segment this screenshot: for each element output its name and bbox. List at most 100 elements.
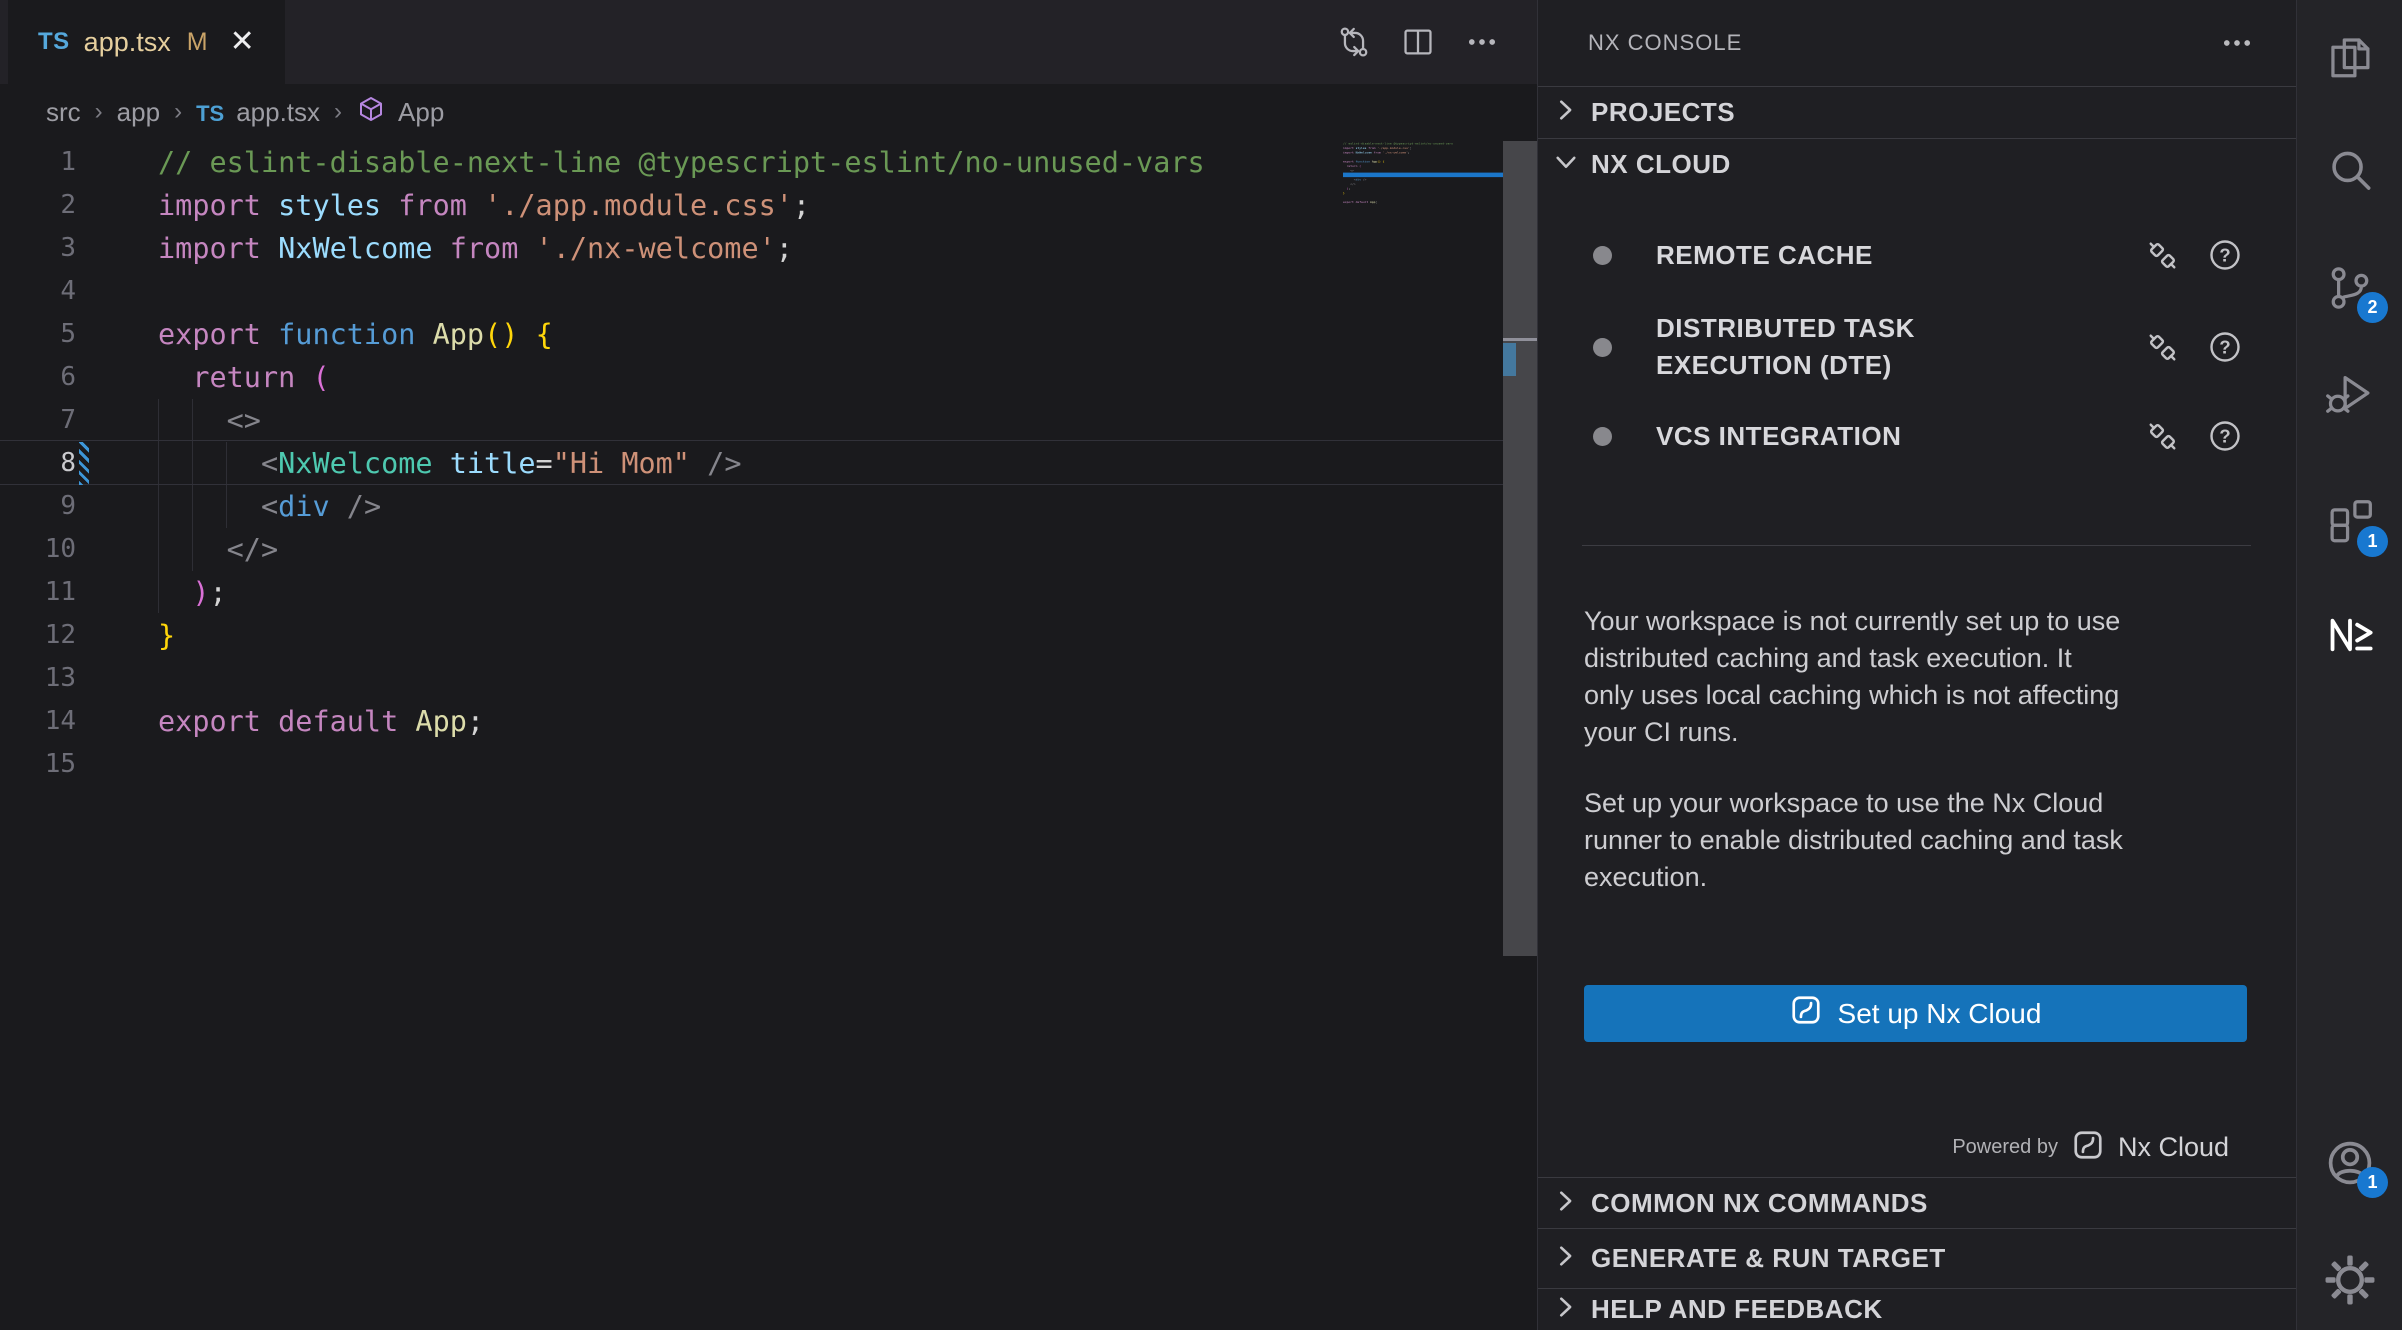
line-number: 4 bbox=[0, 270, 76, 313]
settings-gear-icon bbox=[2323, 1253, 2377, 1312]
run-debug-activity-item[interactable] bbox=[2297, 367, 2402, 423]
code-text[interactable]: ); bbox=[158, 571, 227, 614]
setup-nx-cloud-button[interactable]: Set up Nx Cloud bbox=[1584, 985, 2247, 1042]
line-number: 8 bbox=[0, 442, 76, 485]
activity-bar: 2 1 1 bbox=[2296, 0, 2402, 1330]
code-text[interactable]: return ( bbox=[158, 356, 330, 399]
gutter-modified-marker bbox=[79, 442, 89, 485]
line-number: 12 bbox=[0, 614, 76, 657]
minimap[interactable]: // eslint-disable-next-line @typescript-… bbox=[1343, 141, 1503, 286]
connect-icon[interactable] bbox=[2144, 237, 2181, 274]
svg-text:?: ? bbox=[2219, 426, 2230, 447]
code-line[interactable]: 15 bbox=[0, 743, 1503, 786]
source-control-activity-item[interactable]: 2 bbox=[2297, 262, 2402, 318]
code-line[interactable]: 2import styles from './app.module.css'; bbox=[0, 184, 1503, 227]
section-projects[interactable]: PROJECTS bbox=[1538, 86, 2296, 138]
code-line[interactable]: 13 bbox=[0, 657, 1503, 700]
code-text[interactable]: // eslint-disable-next-line @typescript-… bbox=[158, 141, 1205, 184]
section-label: COMMON NX COMMANDS bbox=[1591, 1188, 1928, 1219]
line-number: 15 bbox=[0, 743, 76, 786]
code-line[interactable]: 12} bbox=[0, 614, 1503, 657]
scrollbar-divider bbox=[1503, 338, 1537, 341]
code-text[interactable]: <> bbox=[158, 399, 261, 442]
minimap-line bbox=[1343, 204, 1503, 209]
divider bbox=[1582, 545, 2251, 546]
code-text[interactable]: import styles from './app.module.css'; bbox=[158, 184, 810, 227]
section-nx-cloud[interactable]: NX CLOUD bbox=[1538, 138, 2296, 190]
brand-name: Nx Cloud bbox=[2118, 1132, 2229, 1163]
chevron-right-icon bbox=[1553, 1243, 1579, 1274]
notification-badge: 2 bbox=[2357, 292, 2388, 323]
editor-group: TS app.tsx M ✕ src›app›TSapp.tsx› App 1/… bbox=[0, 0, 1537, 1330]
code-line[interactable]: 10 </> bbox=[0, 528, 1503, 571]
search-activity-item[interactable] bbox=[2297, 145, 2402, 201]
section-generate-run-target[interactable]: GENERATE & RUN TARGET bbox=[1538, 1228, 2296, 1288]
code-text[interactable]: <div /> bbox=[158, 485, 381, 528]
line-number: 6 bbox=[0, 356, 76, 399]
section-common-nx-commands[interactable]: COMMON NX COMMANDS bbox=[1538, 1177, 2296, 1228]
status-dot-icon bbox=[1593, 427, 1612, 446]
feature-row-vcs: VCS INTEGRATION ? bbox=[1538, 409, 2296, 463]
line-number: 1 bbox=[0, 141, 76, 184]
connect-icon[interactable] bbox=[2144, 329, 2181, 366]
powered-by: Powered by Nx Cloud bbox=[1952, 1128, 2229, 1166]
workspace-status-text: Your workspace is not currently set up t… bbox=[1584, 603, 2254, 751]
code-editor: 1 // eslint-disable-next-line @typescript… bbox=[0, 0, 1537, 1330]
vscode-window: TS app.tsx M ✕ src›app›TSapp.tsx› App 1/… bbox=[0, 0, 2402, 1330]
code-line[interactable]: 5 export function App() { bbox=[0, 313, 1503, 356]
nx-console-icon bbox=[2323, 608, 2377, 667]
code-text[interactable]: export function App() { bbox=[158, 313, 553, 356]
section-label: HELP AND FEEDBACK bbox=[1591, 1294, 1883, 1325]
section-help-and-feedback[interactable]: HELP AND FEEDBACK bbox=[1538, 1288, 2296, 1330]
setup-instruction-text: Set up your workspace to use the Nx Clou… bbox=[1584, 785, 2254, 896]
code-text[interactable]: <NxWelcome title="Hi Mom" /> bbox=[158, 442, 741, 485]
overview-ruler-modified-marker bbox=[1503, 343, 1516, 376]
panel-title: NX CONSOLE bbox=[1588, 0, 1742, 86]
files-icon bbox=[2324, 31, 2376, 88]
code-line[interactable]: 14 export default App; bbox=[0, 700, 1503, 743]
nx-cloud-logo-icon bbox=[2072, 1129, 2104, 1166]
code-text[interactable]: } bbox=[158, 614, 175, 657]
code-line[interactable]: 6 return ( bbox=[0, 356, 1503, 399]
more-actions-icon[interactable] bbox=[2220, 26, 2254, 65]
code-line[interactable]: 7 <> bbox=[0, 399, 1503, 442]
notification-badge: 1 bbox=[2357, 526, 2388, 557]
files-activity-item[interactable] bbox=[2297, 31, 2402, 87]
code-line[interactable]: 3import NxWelcome from './nx-welcome'; bbox=[0, 227, 1503, 270]
code-line[interactable]: 1 // eslint-disable-next-line @typescript… bbox=[0, 141, 1503, 184]
chevron-right-icon bbox=[1553, 1294, 1579, 1325]
question-icon[interactable]: ? bbox=[2207, 418, 2243, 454]
section-label: NX CLOUD bbox=[1591, 149, 1731, 180]
code-line[interactable]: 11 ); bbox=[0, 571, 1503, 614]
question-icon[interactable]: ? bbox=[2207, 329, 2243, 365]
account-activity-item[interactable]: 1 bbox=[2297, 1137, 2402, 1193]
code-text[interactable]: export default App; bbox=[158, 700, 484, 743]
powered-by-label: Powered by bbox=[1952, 1136, 2058, 1159]
code-text[interactable]: </> bbox=[158, 528, 278, 571]
nx-console-activity-item[interactable] bbox=[2297, 609, 2402, 665]
feature-label: VCS INTEGRATION bbox=[1656, 418, 2026, 455]
panel-header: NX CONSOLE bbox=[1538, 0, 2296, 86]
line-number: 14 bbox=[0, 700, 76, 743]
code-text[interactable]: import NxWelcome from './nx-welcome'; bbox=[158, 227, 793, 270]
code-line[interactable]: 8 <NxWelcome title="Hi Mom" /> bbox=[0, 442, 1503, 485]
extensions-activity-item[interactable]: 1 bbox=[2297, 496, 2402, 552]
line-number: 13 bbox=[0, 657, 76, 700]
nx-console-panel: NX CONSOLE PROJECTS NX CLOUD REMOTE CACH… bbox=[1537, 0, 2296, 1330]
search-icon bbox=[2324, 145, 2376, 202]
settings-gear-activity-item[interactable] bbox=[2297, 1254, 2402, 1310]
line-number: 10 bbox=[0, 528, 76, 571]
code-line[interactable]: 4 bbox=[0, 270, 1503, 313]
editor-scrollbar[interactable] bbox=[1503, 141, 1537, 956]
svg-text:?: ? bbox=[2219, 337, 2230, 358]
line-number: 9 bbox=[0, 485, 76, 528]
feature-label: REMOTE CACHE bbox=[1656, 237, 2026, 274]
code-line[interactable]: 9 <div /> bbox=[0, 485, 1503, 528]
line-number: 5 bbox=[0, 313, 76, 356]
section-label: PROJECTS bbox=[1591, 97, 1735, 128]
chevron-right-icon bbox=[1553, 97, 1579, 128]
connect-icon[interactable] bbox=[2144, 418, 2181, 455]
feature-row-distributed: DISTRIBUTED TASK EXECUTION (DTE) ? bbox=[1538, 310, 2296, 384]
status-dot-icon bbox=[1593, 338, 1612, 357]
question-icon[interactable]: ? bbox=[2207, 237, 2243, 273]
